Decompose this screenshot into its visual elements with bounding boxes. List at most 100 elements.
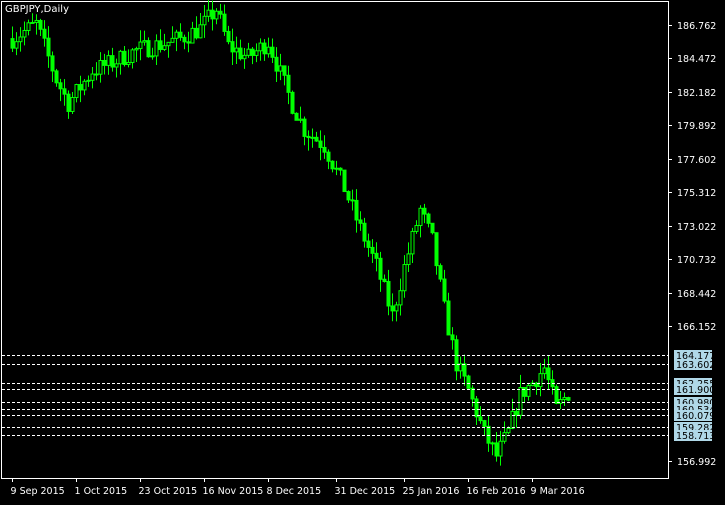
candle-body — [26, 22, 31, 31]
candle-body — [82, 80, 87, 91]
candle-body — [142, 40, 147, 43]
price-level-tag: 161.900 — [674, 384, 715, 396]
candle-body — [370, 246, 375, 254]
y-tick-label: 177.602 — [677, 155, 716, 166]
candle-body — [122, 50, 127, 66]
candle-body — [410, 230, 415, 255]
candle-body — [198, 24, 203, 39]
candle-body — [382, 278, 387, 282]
chart-background — [0, 0, 725, 500]
price-level-label: 163.602 — [676, 360, 715, 371]
x-tick-label: 9 Mar 2016 — [531, 486, 585, 497]
candle-body — [250, 48, 255, 56]
candle-body — [286, 74, 291, 93]
candle-body — [270, 46, 275, 58]
candle-body — [462, 363, 467, 377]
candle-body — [186, 41, 191, 44]
candle-body — [494, 442, 499, 457]
candle-body — [430, 222, 435, 234]
candle-body — [90, 73, 95, 81]
price-level-tag: 163.602 — [674, 359, 715, 371]
candle-body — [218, 10, 223, 15]
candle-body — [482, 420, 487, 427]
candle — [554, 384, 559, 405]
candle-body — [294, 112, 299, 121]
candle-body — [258, 42, 263, 52]
candle-body — [330, 160, 335, 170]
candle-body — [166, 41, 171, 47]
candle-body — [310, 136, 315, 139]
candle-body — [38, 19, 43, 30]
y-tick-label: 173.022 — [677, 222, 716, 233]
candle — [438, 263, 443, 282]
candle-body — [130, 49, 135, 63]
candle-body — [10, 38, 15, 49]
candle-body — [498, 440, 503, 457]
candle-body — [178, 31, 183, 38]
candle-body — [518, 386, 523, 416]
candle-body — [418, 207, 423, 227]
candle-body — [14, 41, 19, 49]
candle-body — [438, 265, 443, 280]
candle-body — [118, 50, 123, 65]
candle-body — [510, 410, 515, 429]
candle-body — [74, 84, 79, 99]
candle-body — [346, 191, 351, 201]
price-level-tag: 160.079 — [674, 410, 715, 422]
candle-body — [58, 82, 63, 90]
candle-body — [466, 375, 471, 389]
chart-title: GBPJPY,Daily — [5, 4, 69, 15]
candle-body — [542, 367, 547, 375]
candle-body — [262, 42, 267, 55]
candle-body — [390, 305, 395, 312]
candle-body — [378, 257, 383, 280]
candle-body — [70, 97, 75, 112]
candle-body — [194, 27, 199, 39]
candle-body — [474, 398, 479, 418]
candle — [342, 169, 347, 193]
x-tick-label: 16 Feb 2016 — [467, 486, 526, 497]
candle-body — [174, 31, 179, 39]
candle-body — [78, 84, 83, 91]
y-tick-label: 156.992 — [677, 457, 716, 468]
candle-body — [366, 240, 371, 248]
candle-body — [326, 151, 331, 162]
price-level-tag: 158.713 — [674, 430, 715, 442]
candle-body — [478, 416, 483, 422]
x-tick-label: 8 Dec 2015 — [267, 486, 322, 497]
candle-body — [358, 219, 363, 224]
price-level-label: 160.079 — [676, 411, 715, 422]
candle-body — [146, 40, 151, 58]
candle-body — [210, 9, 215, 20]
candle-body — [154, 40, 159, 57]
candle-body — [206, 9, 211, 17]
candle-body — [322, 146, 327, 153]
y-tick-label: 166.152 — [677, 322, 716, 333]
candle-body — [566, 397, 571, 401]
candle-body — [302, 118, 307, 137]
chart-canvas: 164.177163.602162.311162.255161.900160.9… — [0, 0, 725, 500]
price-level-label: 161.900 — [676, 385, 715, 396]
y-tick-label: 175.312 — [677, 188, 716, 199]
candle-body — [86, 79, 91, 82]
candle-body — [190, 27, 195, 44]
candle-body — [546, 367, 551, 381]
candle-body — [214, 10, 219, 20]
candle-body — [18, 36, 23, 43]
candle — [466, 374, 471, 389]
candle-body — [514, 410, 519, 416]
candle-body — [226, 30, 231, 43]
candle-body — [386, 280, 391, 307]
candle-body — [126, 61, 131, 66]
candle-body — [114, 63, 119, 68]
candle — [290, 90, 295, 115]
candle-body — [182, 36, 187, 43]
chart: 164.177163.602162.311162.255161.900160.9… — [0, 0, 725, 500]
candle-body — [374, 252, 379, 259]
candle-body — [66, 93, 71, 112]
candle — [430, 222, 435, 235]
candle-body — [394, 304, 399, 312]
candle-body — [334, 167, 339, 170]
candle-body — [110, 55, 115, 68]
candle-body — [34, 19, 39, 23]
